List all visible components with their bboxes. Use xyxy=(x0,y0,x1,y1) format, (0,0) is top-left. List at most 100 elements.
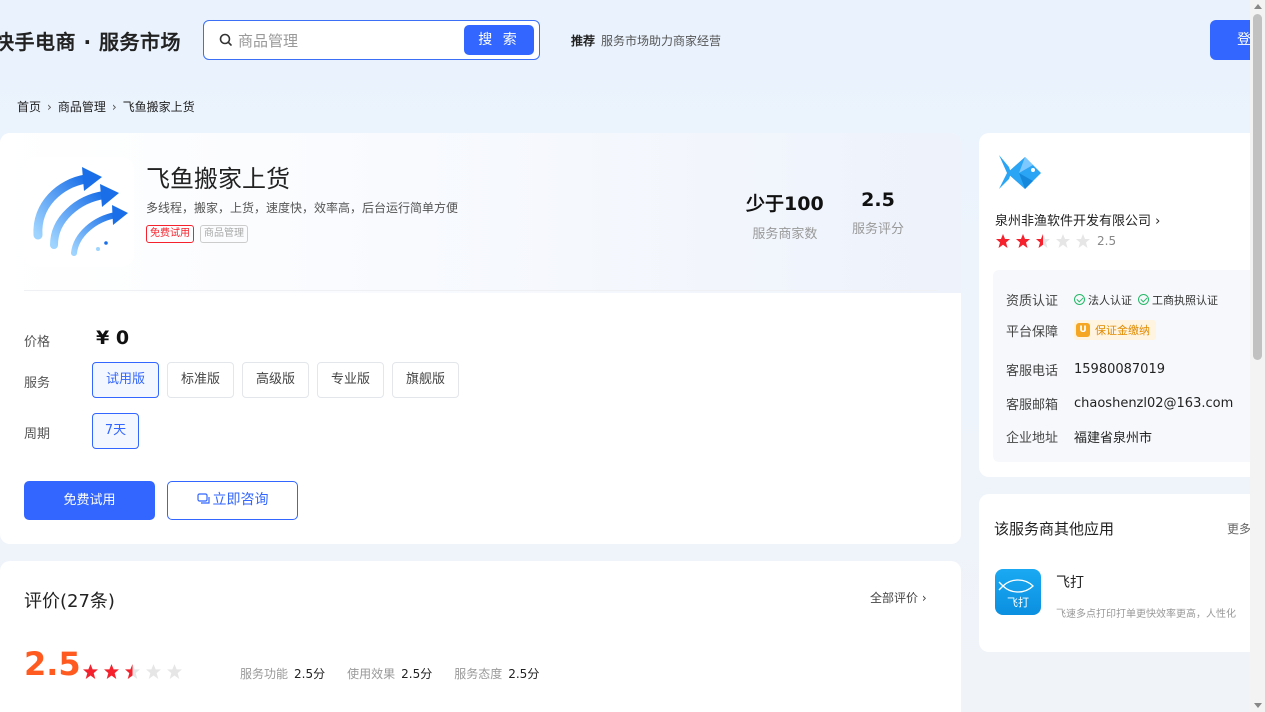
app-description: 飞速多点打印打单更快效率更高，人性化 xyxy=(1056,609,1236,620)
cert-legal-person: 法人认证 xyxy=(1074,292,1132,308)
top-bar: 快手电商 · 服务市场 商品管理 搜 索 推荐服务市场助力商家经营 登录 xyxy=(0,0,1265,80)
star-icon xyxy=(167,664,182,679)
vendor-qualification-row: 资质认证 法人认证 工商执照认证 xyxy=(1006,290,1224,310)
reviews-card: 评价(27条) 全部评价 › 2.5 服务功能 2.5分 使用效果 2.5分 服务态度 2… xyxy=(0,561,961,712)
reviews-star-rating xyxy=(82,663,183,680)
dim-label: 服务态度 xyxy=(454,667,503,681)
service-label: 服务 xyxy=(24,376,51,391)
breadcrumb-current: 飞鱼搬家上货 xyxy=(122,100,195,114)
info-key: 平台保障 xyxy=(1006,324,1059,340)
other-apps-card: 该服务商其他应用 更多 飞打 飞打 飞速多点打印打单更快效率更高，人性化 xyxy=(979,494,1265,652)
star-icon xyxy=(1036,234,1050,248)
divider xyxy=(24,290,937,291)
search-box[interactable]: 商品管理 搜 索 xyxy=(203,20,540,60)
dim-value: 2.5分 xyxy=(294,667,326,681)
breadcrumb-separator: › xyxy=(111,100,117,114)
app-icon-text: 飞打 xyxy=(1007,595,1029,609)
info-key: 企业地址 xyxy=(1006,431,1059,446)
reviews-title: 评价(27条) xyxy=(24,591,115,612)
shield-icon: U xyxy=(1076,323,1090,337)
chat-icon xyxy=(196,493,210,504)
star-icon xyxy=(146,664,161,679)
vendor-rating-value: 2.5 xyxy=(1097,234,1117,248)
search-button[interactable]: 搜 索 xyxy=(464,25,534,55)
cert-business-license: 工商执照认证 xyxy=(1138,292,1218,308)
cert-label: 工商执照认证 xyxy=(1152,293,1218,307)
cert-label: 法人认证 xyxy=(1088,293,1132,307)
stat-merchant-count: 少于100 服务商家数 xyxy=(746,189,824,242)
vendor-card: 泉州非渔软件开发有限公司 › 2.5 资质认证 法人认证 工商执照认证 平台保障… xyxy=(979,133,1265,477)
free-trial-button[interactable]: 免费试用 xyxy=(24,481,155,520)
service-option-standard[interactable]: 标准版 xyxy=(167,362,234,398)
vendor-address-row: 企业地址 福建省泉州市 xyxy=(1006,427,1152,446)
consult-button[interactable]: 立即咨询 xyxy=(167,481,298,520)
breadcrumb-category[interactable]: 商品管理 xyxy=(58,100,106,114)
other-apps-title: 该服务商其他应用 xyxy=(994,520,1115,538)
consult-label: 立即咨询 xyxy=(212,492,269,508)
star-icon xyxy=(83,664,98,679)
all-reviews-link[interactable]: 全部评价 › xyxy=(870,589,927,606)
recommend-label: 推荐 xyxy=(571,34,596,48)
stat-value: 2.5 xyxy=(861,189,895,211)
other-apps-more-link[interactable]: 更多 xyxy=(1227,520,1251,537)
brand-logo-text[interactable]: 快手电商 · 服务市场 xyxy=(0,26,181,55)
vendor-phone-row: 客服电话 15980087019 xyxy=(1006,360,1165,379)
vendor-email: chaoshenzl02@163.com xyxy=(1074,396,1234,411)
price-label: 价格 xyxy=(24,335,51,350)
vendor-address: 福建省泉州市 xyxy=(1074,431,1153,446)
service-option-flagship[interactable]: 旗舰版 xyxy=(392,362,459,398)
star-icon xyxy=(996,234,1010,248)
period-label: 周期 xyxy=(24,427,51,442)
product-card: 飞鱼搬家上货 多线程，搬家，上货，速度快，效率高，后台运行简单方便 免费试用 商… xyxy=(0,133,961,544)
app-title: 飞鱼搬家上货 xyxy=(146,165,290,193)
period-option-7d[interactable]: 7天 xyxy=(92,413,139,449)
deposit-badge: U 保证金缴纳 xyxy=(1074,320,1156,340)
info-key: 客服邮箱 xyxy=(1006,398,1059,413)
search-icon xyxy=(219,33,232,46)
tag-category: 商品管理 xyxy=(200,225,248,243)
fish-logo-icon xyxy=(999,155,1041,189)
service-option-advanced[interactable]: 高级版 xyxy=(242,362,309,398)
service-option-pro[interactable]: 专业版 xyxy=(317,362,384,398)
page-scrollbar[interactable] xyxy=(1250,0,1265,712)
vendor-name-link[interactable]: 泉州非渔软件开发有限公司 › xyxy=(995,210,1160,229)
star-icon xyxy=(1016,234,1030,248)
info-key: 资质认证 xyxy=(1006,294,1059,309)
star-icon xyxy=(1056,234,1070,248)
fish-outline-icon: 飞打 xyxy=(998,579,1034,609)
price-value: ¥ 0 xyxy=(96,327,130,349)
app-description: 多线程，搬家，上货，速度快，效率高，后台运行简单方便 xyxy=(146,201,459,215)
recommend-banner[interactable]: 推荐 服务市场助力商家经营 xyxy=(571,32,721,49)
scroll-down-icon[interactable] xyxy=(1254,703,1262,708)
arrows-logo-icon xyxy=(33,167,128,256)
star-icon xyxy=(104,664,119,679)
reviews-score: 2.5 xyxy=(24,645,81,683)
vendor-email-row: 客服邮箱 chaoshenzl02@163.com xyxy=(1006,394,1233,413)
info-key: 客服电话 xyxy=(1006,364,1059,379)
vendor-guarantee-row: 平台保障 U 保证金缴纳 xyxy=(1006,320,1156,340)
vendor-phone: 15980087019 xyxy=(1074,362,1165,377)
stat-value: 少于100 xyxy=(746,193,824,215)
stat-service-score: 2.5 服务评分 xyxy=(852,189,904,237)
scrollbar-thumb[interactable] xyxy=(1253,14,1262,360)
feida-app-icon[interactable]: 飞打 xyxy=(995,569,1041,615)
recommend-text[interactable]: 服务市场助力商家经营 xyxy=(601,34,721,48)
dim-label: 使用效果 xyxy=(347,667,396,681)
star-icon xyxy=(125,664,140,679)
stat-label: 服务商家数 xyxy=(752,227,818,242)
reviews-dimensions: 服务功能 2.5分 使用效果 2.5分 服务态度 2.5分 xyxy=(240,665,561,682)
app-tags: 免费试用 商品管理 xyxy=(146,225,248,243)
vendor-star-rating: 2.5 xyxy=(995,233,1116,249)
dim-value: 2.5分 xyxy=(401,667,433,681)
breadcrumb-separator: › xyxy=(47,100,52,114)
app-name[interactable]: 飞打 xyxy=(1056,572,1084,592)
check-circle-icon xyxy=(1138,294,1149,305)
breadcrumb-home[interactable]: 首页 xyxy=(17,100,41,114)
deposit-label: 保证金缴纳 xyxy=(1095,324,1150,337)
scroll-up-icon[interactable] xyxy=(1254,4,1262,9)
dim-label: 服务功能 xyxy=(240,667,289,681)
stat-label: 服务评分 xyxy=(852,222,905,237)
vendor-info-panel: 资质认证 法人认证 工商执照认证 平台保障 U 保证金缴纳 客服电话 159800… xyxy=(993,270,1265,462)
service-option-trial[interactable]: 试用版 xyxy=(92,362,159,398)
search-input[interactable]: 商品管理 xyxy=(238,30,298,51)
